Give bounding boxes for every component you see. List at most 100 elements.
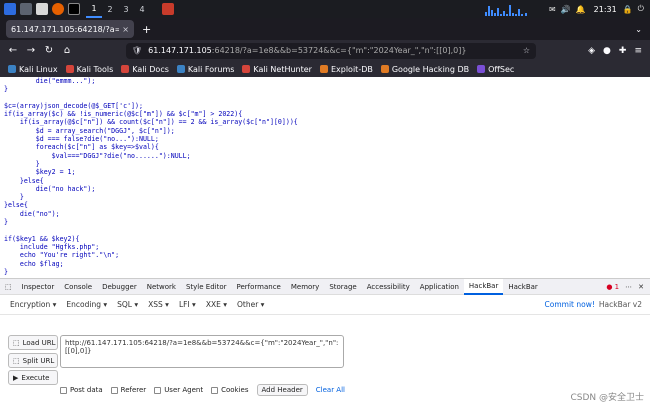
kali-icon xyxy=(8,65,16,73)
code-line: die("no"); xyxy=(4,209,60,218)
menu-xss[interactable]: XSS ▾ xyxy=(148,300,169,309)
menu-xxe[interactable]: XXE ▾ xyxy=(206,300,227,309)
code-line: $d = array_search("DGGJ", $c["n"]); xyxy=(4,126,175,135)
reload-icon[interactable]: ↻ xyxy=(40,45,58,56)
bookmark-offsec[interactable]: OffSec xyxy=(477,65,514,74)
pocket-icon[interactable]: ◈ xyxy=(588,46,595,56)
add-header-button[interactable]: Add Header xyxy=(256,384,308,396)
checkbox-icon xyxy=(60,386,67,394)
url-textarea[interactable]: http://61.147.171.105:64218/?a=1e8&&b=53… xyxy=(60,335,344,368)
devtools-close-icon[interactable]: ✕ xyxy=(638,283,644,291)
desktop-icon[interactable] xyxy=(20,3,32,15)
page-content: die("emmm...");} $c=(array)json_decode(@… xyxy=(0,77,650,278)
tab-debugger[interactable]: Debugger xyxy=(97,279,142,295)
code-line: $val==="DGGJ"?die("no......"):NULL; xyxy=(4,151,191,160)
bookmark-kali-linux[interactable]: Kali Linux xyxy=(8,65,58,74)
code-line: } xyxy=(4,193,24,202)
referer-checkbox[interactable]: Referer xyxy=(110,386,146,394)
terminal-icon[interactable] xyxy=(68,3,80,15)
bookmark-kali-nethunter[interactable]: Kali NetHunter xyxy=(242,65,312,74)
workspace-2[interactable]: 2 xyxy=(102,0,118,18)
bookmark-google-hacking-db[interactable]: Google Hacking DB xyxy=(380,65,469,74)
bookmark-kali-forums[interactable]: Kali Forums xyxy=(176,65,234,74)
close-tab-icon[interactable]: × xyxy=(122,25,129,34)
tab-hackbar[interactable]: HackBar xyxy=(503,279,542,295)
tab-performance[interactable]: Performance xyxy=(232,279,286,295)
split-url-button[interactable]: ⬚ Split URL xyxy=(8,353,58,368)
tab-style-editor[interactable]: Style Editor xyxy=(181,279,232,295)
offsec-icon xyxy=(477,65,486,73)
user-agent-checkbox[interactable]: User Agent xyxy=(154,386,203,394)
kali-menu-icon[interactable] xyxy=(4,3,16,15)
extensions-icon[interactable]: ✚ xyxy=(619,46,627,56)
list-tabs-icon[interactable]: ⌄ xyxy=(635,25,642,34)
workspace-4[interactable]: 4 xyxy=(134,0,150,18)
volume-icon[interactable]: 🔊 xyxy=(561,5,571,14)
bookmark-kali-tools[interactable]: Kali Tools xyxy=(65,65,113,74)
home-icon[interactable]: ⌂ xyxy=(58,45,76,56)
url-rest: :64218/?a=1e8&&b=53724&&c={"m":"2024Year… xyxy=(211,46,467,55)
menu-icon[interactable]: ≡ xyxy=(634,46,642,56)
burp-task-icon[interactable] xyxy=(162,3,174,15)
tab-memory[interactable]: Memory xyxy=(286,279,324,295)
workspace-1[interactable]: 1 xyxy=(86,0,102,18)
address-bar[interactable]: 🛡 61.147.171.105 :64218/?a=1e8&&b=53724&… xyxy=(126,42,536,59)
tab-console[interactable]: Console xyxy=(59,279,97,295)
watermark: CSDN @安全卫士 xyxy=(570,393,644,403)
mail-icon[interactable]: ✉ xyxy=(549,5,556,14)
menu-lfi[interactable]: LFI ▾ xyxy=(179,300,196,309)
execute-button[interactable]: ▶ Execute xyxy=(8,370,58,385)
load-icon: ⬚ xyxy=(13,338,20,347)
browser-tab-bar: 61.147.171.105:64218/?a=1e8& × + ⌄ xyxy=(0,18,650,40)
page-info-icon[interactable]: 🛡 xyxy=(132,46,142,55)
checkbox-icon xyxy=(211,386,219,394)
commit-now-link[interactable]: Commit now! xyxy=(545,300,595,309)
bookmark-exploit-db[interactable]: Exploit-DB xyxy=(319,65,373,74)
tab-hackbar-active[interactable]: HackBar xyxy=(463,278,504,295)
tab-storage[interactable]: Storage xyxy=(324,279,361,295)
error-count[interactable]: ● 1 xyxy=(606,283,619,291)
code-line: echo $flag; xyxy=(4,259,64,268)
tab-accessibility[interactable]: Accessibility xyxy=(362,279,415,295)
tab-inspector[interactable]: Inspector xyxy=(17,279,60,295)
workspace-3[interactable]: 3 xyxy=(118,0,134,18)
bookmark-kali-docs[interactable]: Kali Docs xyxy=(121,65,169,74)
request-options: Post data Referer User Agent Cookies Add… xyxy=(60,384,345,396)
forward-icon[interactable]: → xyxy=(22,45,40,56)
tab-network[interactable]: Network xyxy=(142,279,181,295)
clock: 21:31 xyxy=(593,4,617,14)
new-tab-button[interactable]: + xyxy=(142,23,151,36)
checkbox-icon xyxy=(110,386,118,394)
devtools-options-icon[interactable]: ⋯ xyxy=(625,283,632,291)
firefox-icon[interactable] xyxy=(52,3,64,15)
code-line: foreach($c["n"] as $key=>$val){ xyxy=(4,143,159,152)
code-line: }else{ xyxy=(4,201,28,210)
devtools-pick-icon[interactable]: ⬚ xyxy=(0,279,17,295)
menu-encoding[interactable]: Encoding ▾ xyxy=(66,300,107,309)
lock-icon[interactable]: 🔒 xyxy=(623,5,633,14)
hackbar-menu: Encryption ▾ Encoding ▾ SQL ▾ XSS ▾ LFI … xyxy=(0,295,650,315)
menu-encryption[interactable]: Encryption ▾ xyxy=(10,300,56,309)
menu-sql[interactable]: SQL ▾ xyxy=(117,300,138,309)
back-icon[interactable]: ← xyxy=(4,45,22,56)
power-icon[interactable]: ⏻ xyxy=(638,4,644,14)
load-url-button[interactable]: ⬚ Load URL xyxy=(8,335,58,350)
account-icon[interactable]: ● xyxy=(603,46,611,56)
clear-all-link[interactable]: Clear All xyxy=(316,386,345,394)
tab-application[interactable]: Application xyxy=(415,279,464,295)
bookmark-star-icon[interactable]: ☆ xyxy=(523,46,530,55)
code-line: $c=(array)json_decode(@$_GET['c']); xyxy=(4,101,143,110)
exploit-db-icon xyxy=(319,65,328,73)
post-data-checkbox[interactable]: Post data xyxy=(60,386,103,394)
kali-icon xyxy=(121,65,130,73)
code-line: $key2 = 1; xyxy=(4,168,76,177)
file-manager-icon[interactable] xyxy=(36,3,48,15)
php-source-code: die("emmm...");} $c=(array)json_decode(@… xyxy=(4,77,646,278)
browser-tab[interactable]: 61.147.171.105:64218/?a=1e8& × xyxy=(6,20,134,38)
cookies-checkbox[interactable]: Cookies xyxy=(211,386,249,394)
menu-other[interactable]: Other ▾ xyxy=(237,300,264,309)
kali-icon xyxy=(176,65,185,73)
notification-icon[interactable]: 🔔 xyxy=(576,5,586,14)
